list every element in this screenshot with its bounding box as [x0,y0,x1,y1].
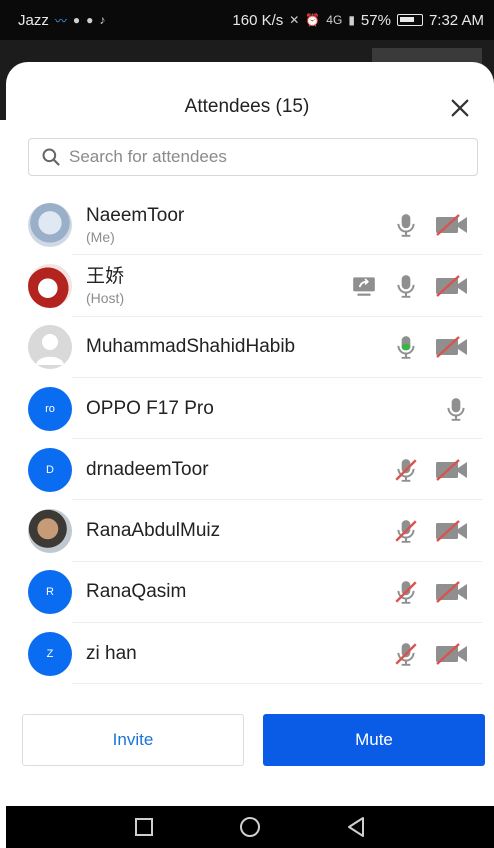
default-avatar-icon [36,334,64,366]
mic-muted-icon[interactable] [392,640,420,668]
invite-button[interactable]: Invite [22,714,244,766]
close-button[interactable] [446,94,474,122]
home-icon[interactable] [238,815,262,839]
attendee-role: (Host) [86,289,125,306]
name-block: RanaQasim [86,581,186,603]
net-speed: 160 K/s [232,11,284,29]
attendee-controls [392,578,470,606]
attendee-controls [350,272,470,300]
attendee-row[interactable]: ro OPPO F17 Pro [6,378,494,440]
name-block: OPPO F17 Pro [86,398,214,420]
attendee-name: drnadeemToor [86,458,209,480]
recents-icon[interactable] [132,815,156,839]
name-block: zi han [86,643,137,665]
avatar [28,325,72,370]
avatar [28,263,72,308]
carrier-name: Jazz [18,11,49,29]
attendee-controls [442,395,470,423]
mute-bell-icon: ✕ [289,13,300,27]
attendee-row[interactable]: 王娇 (Host) [6,255,494,317]
attendee-controls [392,456,470,484]
network-wave-icon: 〰 [54,13,67,28]
alarm-icon: ⏰ [305,13,321,27]
attendee-controls [392,333,470,361]
mic-icon[interactable] [442,395,470,423]
avatar: R [28,570,72,615]
mic-icon[interactable] [392,211,420,239]
mute-all-button[interactable]: Mute [263,714,485,766]
search-input[interactable] [69,147,449,167]
mic-muted-icon[interactable] [392,456,420,484]
attendee-name: OPPO F17 Pro [86,397,214,419]
chat-icon: ● [72,13,81,27]
mic-muted-icon[interactable] [392,517,420,545]
attendee-role: (Me) [86,228,115,245]
camera-off-icon[interactable] [434,333,470,361]
status-bar: Jazz 〰 ● ● ♪ 160 K/s ✕ ⏰ 4G ▮ 57% 7:32 A… [0,0,494,40]
attendee-controls [392,211,470,239]
attendee-row[interactable]: Z zi han [6,623,494,685]
search-icon [42,148,60,166]
search-box[interactable] [28,138,478,176]
name-block: NaeemToor (Me) [86,205,184,245]
attendee-controls [392,517,470,545]
battery-percent: 57% [360,11,391,29]
system-nav-bar [6,806,494,848]
attendee-name: 王娇 [86,265,125,287]
close-icon [451,99,469,117]
avatar: ro [28,386,72,431]
camera-off-icon[interactable] [434,272,470,300]
camera-off-icon[interactable] [434,456,470,484]
avatar [28,202,72,247]
status-right: 160 K/s ✕ ⏰ 4G ▮ 57% 7:32 AM [232,12,484,29]
camera-off-icon[interactable] [434,640,470,668]
battery-icon [396,14,423,26]
sheet-title: Attendees (15) [184,96,310,117]
attendee-name: RanaQasim [86,581,187,603]
signal-bars-icon: ▮ [348,13,355,27]
mic-muted-icon[interactable] [392,578,420,606]
attendee-row[interactable]: NaeemToor (Me) [6,194,494,256]
message-icon: ● [86,13,94,27]
avatar: Z [28,631,72,676]
attendees-sheet: Attendees (15) NaeemToor (Me) [6,62,494,804]
tiktok-icon: ♪ [99,13,106,27]
attendee-name: zi han [86,642,137,664]
mic-active-icon[interactable] [392,333,420,361]
avatar: D [28,447,72,492]
attendee-row[interactable]: R RanaQasim [6,562,494,624]
attendee-row[interactable]: D drnadeemToor [6,439,494,501]
clock: 7:32 AM [428,11,484,29]
row-divider [72,683,482,685]
attendee-list: NaeemToor (Me) 王娇 (Host) MuhammadShahidH… [6,194,494,685]
attendee-name: MuhammadShahidHabib [86,336,296,358]
mic-icon[interactable] [392,272,420,300]
camera-off-icon[interactable] [434,578,470,606]
avatar [28,509,72,554]
name-block: MuhammadShahidHabib [86,336,295,358]
name-block: 王娇 (Host) [86,266,124,306]
attendee-name: RanaAbdulMuiz [86,520,221,542]
signal-label: 4G [326,13,343,27]
attendee-name: NaeemToor [86,204,185,226]
attendee-row[interactable]: RanaAbdulMuiz [6,500,494,562]
screen-share-icon [350,272,378,300]
attendee-row[interactable]: MuhammadShahidHabib [6,317,494,378]
back-icon[interactable] [344,815,368,839]
name-block: drnadeemToor [86,459,209,481]
camera-off-icon[interactable] [434,517,470,545]
status-left: Jazz 〰 ● ● ♪ [18,12,105,29]
camera-off-icon[interactable] [434,211,470,239]
attendee-controls [392,640,470,668]
name-block: RanaAbdulMuiz [86,520,220,542]
